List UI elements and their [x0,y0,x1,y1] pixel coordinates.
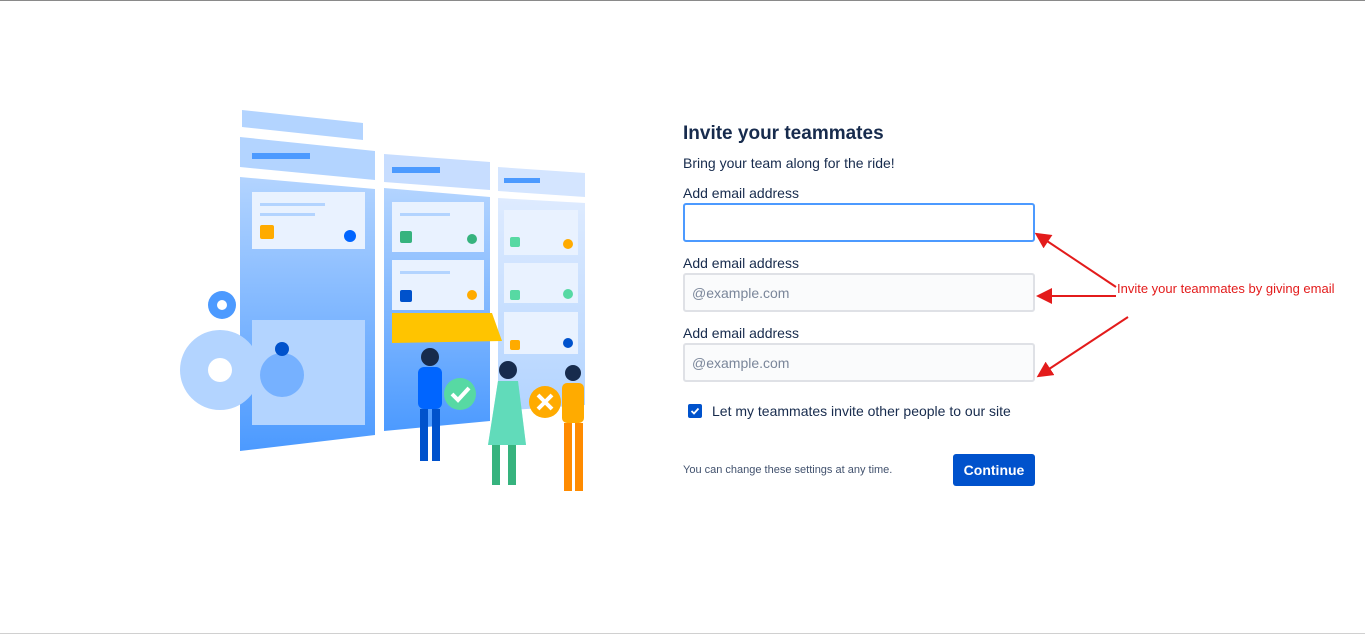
page-title: Invite your teammates [683,123,884,144]
settings-note: You can change these settings at any tim… [683,464,893,476]
email-label-2: Add email address [683,255,799,271]
invite-permission-label[interactable]: Let my teammates invite other people to … [712,403,1011,419]
email-field-2[interactable] [683,273,1035,312]
check-icon [690,407,700,415]
form-footer: You can change these settings at any tim… [683,454,1035,486]
email-label-3: Add email address [683,325,799,341]
teammates-illustration [180,110,585,491]
bottom-border [0,633,1365,634]
invite-form: Invite your teammates Bring your team al… [683,120,1035,486]
page-subtitle: Bring your team along for the ride! [683,155,895,171]
continue-button[interactable]: Continue [953,454,1035,486]
email-field-3[interactable] [683,343,1035,382]
top-border [0,0,1365,1]
email-label-1: Add email address [683,185,799,201]
annotation-text: Invite your teammates by giving email [1117,281,1335,296]
annotation-arrows [1034,232,1129,378]
invite-permission-row: Let my teammates invite other people to … [683,403,1035,419]
invite-permission-checkbox[interactable] [688,404,702,418]
email-field-1[interactable] [683,203,1035,242]
